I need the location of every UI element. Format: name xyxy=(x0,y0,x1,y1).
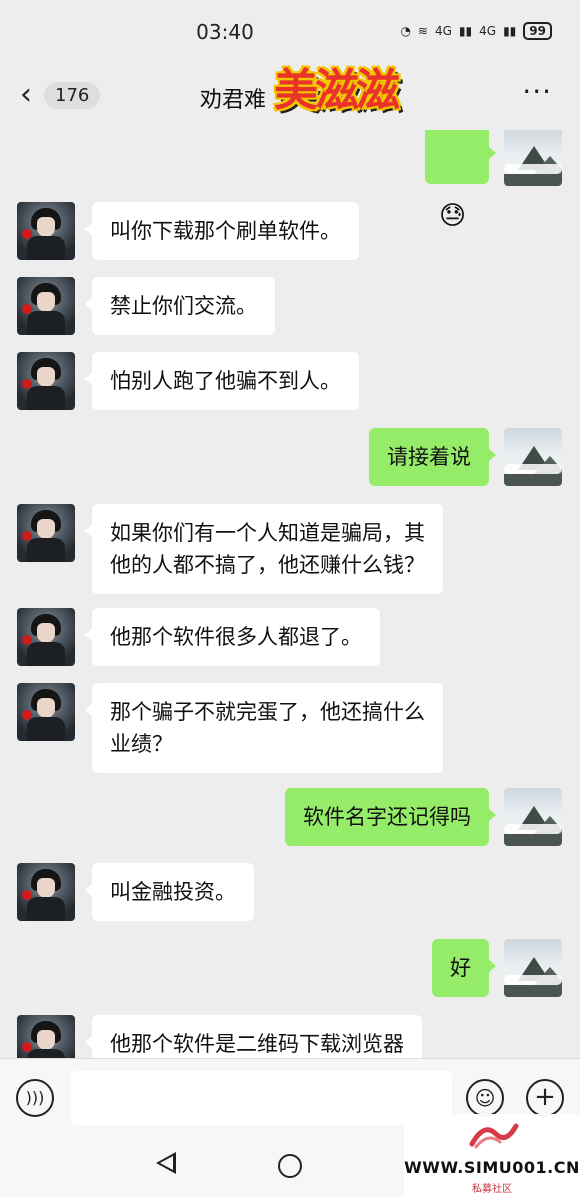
voice-icon[interactable]: ))) xyxy=(16,1079,54,1117)
message-bubble-in[interactable]: 那个骗子不就完蛋了，他还搞什么 业绩？ xyxy=(85,683,443,773)
message-row: 如果你们有一个人知道是骗局，其 他的人都不搞了，他还赚什么钱？ xyxy=(0,504,580,594)
signal-4g-label-2: 4G xyxy=(479,24,497,38)
battery-level: 99 xyxy=(523,22,552,40)
signal-bars-icon: ▮▮ xyxy=(458,24,473,38)
message-row: 怕别人跑了他骗不到人。 xyxy=(0,352,580,410)
watermark-url: WWW.SIMU001.CN xyxy=(404,1158,580,1177)
message-row: 叫金融投资。 xyxy=(0,863,580,921)
unread-count-badge[interactable]: 176 xyxy=(44,82,101,109)
message-bubble-in[interactable]: 他那个软件是二维码下载浏览器 xyxy=(85,1015,422,1058)
message-row: 那个骗子不就完蛋了，他还搞什么 业绩？ xyxy=(0,683,580,773)
chat-title: 劝君难 xyxy=(200,88,267,113)
more-dots-icon[interactable]: ··· xyxy=(522,78,552,106)
message-bubble-in[interactable]: 叫你下载那个刷单软件。 xyxy=(85,202,359,260)
message-row: 他那个软件是二维码下载浏览器 xyxy=(0,1015,580,1058)
avatar-contact[interactable] xyxy=(17,1015,75,1058)
avatar-self[interactable] xyxy=(504,939,562,997)
wifi-icon: ≋ xyxy=(417,24,428,38)
message-bubble-in[interactable]: 怕别人跑了他骗不到人。 xyxy=(85,352,359,410)
overlay-sticker: 美滋滋 xyxy=(274,65,400,116)
message-row: 软件名字还记得吗 xyxy=(0,788,580,846)
avatar-self[interactable] xyxy=(504,428,562,486)
status-bar: 03:40 ◔ ≋ 4G ▮▮ 4G ▮▮ 99 xyxy=(0,0,580,62)
chevron-left-icon[interactable]: ‹ xyxy=(20,80,32,110)
avatar-contact[interactable] xyxy=(17,277,75,335)
message-row: 禁止你们交流。 xyxy=(0,277,580,335)
nav-back-icon[interactable] xyxy=(156,1152,176,1174)
plus-icon[interactable]: + xyxy=(526,1079,564,1117)
avatar-contact[interactable] xyxy=(17,352,75,410)
message-row: 好 xyxy=(0,939,580,997)
message-input[interactable] xyxy=(70,1071,452,1125)
message-bubble-in[interactable]: 他那个软件很多人都退了。 xyxy=(85,608,380,666)
avatar-contact[interactable] xyxy=(17,202,75,260)
chat-header: ‹ 176 劝君难 美滋滋 ··· xyxy=(0,62,580,130)
avatar-contact[interactable] xyxy=(17,608,75,666)
status-icons: ◔ ≋ 4G ▮▮ 4G ▮▮ 99 xyxy=(400,22,552,40)
watermark-logo-icon xyxy=(469,1123,519,1149)
avatar-contact[interactable] xyxy=(17,504,75,562)
nav-home-icon[interactable] xyxy=(278,1154,302,1178)
message-bubble-out[interactable]: 😓 xyxy=(425,130,496,231)
message-bubble-out[interactable]: 请接着说 xyxy=(369,428,496,486)
signal-bars-icon-2: ▮▮ xyxy=(503,24,517,38)
avatar-self[interactable] xyxy=(504,130,562,186)
avatar-contact[interactable] xyxy=(17,863,75,921)
message-row: 他那个软件很多人都退了。 xyxy=(0,608,580,666)
speed-icon: ◔ xyxy=(400,24,411,38)
emoji-icon[interactable]: ☺ xyxy=(466,1079,504,1117)
avatar-self[interactable] xyxy=(504,788,562,846)
message-bubble-out[interactable]: 软件名字还记得吗 xyxy=(285,788,496,846)
message-row: 😓 xyxy=(0,130,580,231)
message-bubble-in[interactable]: 叫金融投资。 xyxy=(85,863,254,921)
message-list[interactable]: 😓 叫你下载那个刷单软件。 禁止你们交流。 怕别人跑了他骗不到人。 请接着说 如… xyxy=(0,130,580,1058)
avatar-contact[interactable] xyxy=(17,683,75,741)
message-bubble-in[interactable]: 如果你们有一个人知道是骗局，其 他的人都不搞了，他还赚什么钱？ xyxy=(85,504,443,594)
message-row: 请接着说 xyxy=(0,428,580,486)
message-row: 叫你下载那个刷单软件。 xyxy=(0,202,580,260)
status-time: 03:40 xyxy=(196,20,254,44)
watermark: WWW.SIMU001.CN 私募社区 xyxy=(404,1114,580,1197)
signal-4g-label: 4G xyxy=(434,24,452,38)
watermark-subtitle: 私募社区 xyxy=(472,1184,512,1195)
message-bubble-out[interactable]: 好 xyxy=(432,939,496,997)
message-bubble-in[interactable]: 禁止你们交流。 xyxy=(85,277,275,335)
